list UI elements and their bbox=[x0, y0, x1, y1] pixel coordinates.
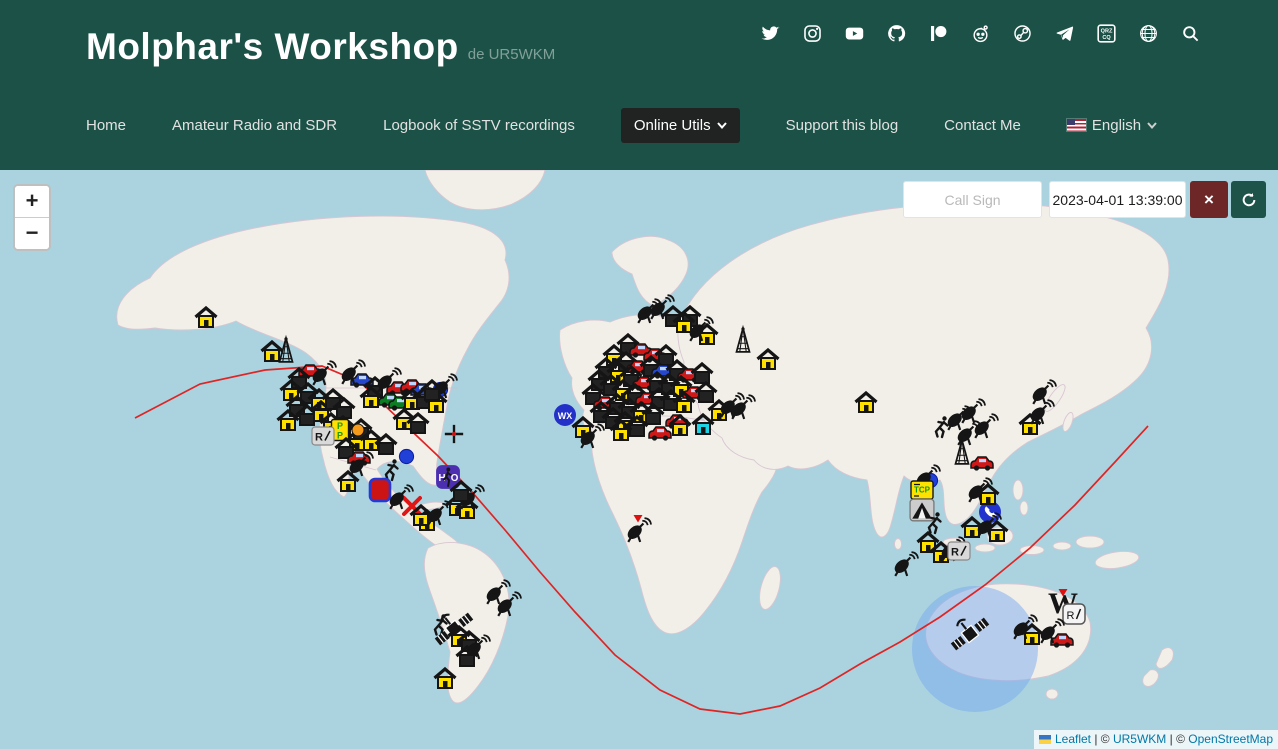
marker-satellite-dish[interactable] bbox=[339, 359, 365, 385]
marker-car-red[interactable] bbox=[970, 449, 994, 473]
marker-satellite-dish[interactable] bbox=[729, 394, 755, 420]
main-nav: Home Amateur Radio and SDR Logbook of SS… bbox=[86, 106, 1157, 144]
marker-radio-tower[interactable] bbox=[730, 327, 756, 353]
datetime-input[interactable] bbox=[1049, 181, 1186, 218]
ur5wkm-link[interactable]: UR5WKM bbox=[1113, 732, 1166, 746]
qrzcq-icon[interactable]: QRZCQ bbox=[1097, 24, 1116, 43]
nav-item-contact[interactable]: Contact Me bbox=[944, 117, 1021, 134]
world-basemap bbox=[0, 170, 1278, 749]
map-attribution: Leaflet | © UR5WKM | © OpenStreetMap bbox=[1034, 730, 1278, 749]
marker-station-house-black[interactable] bbox=[374, 433, 398, 457]
ukraine-flag-icon bbox=[1039, 735, 1051, 744]
reddit-icon[interactable] bbox=[971, 24, 990, 43]
marker-satellite-dish[interactable] bbox=[347, 451, 373, 477]
instagram-icon[interactable] bbox=[803, 24, 822, 43]
github-icon[interactable] bbox=[887, 24, 906, 43]
site-subtitle: de UR5WKM bbox=[468, 46, 556, 63]
zoom-control: + − bbox=[13, 184, 51, 251]
svg-text:P: P bbox=[337, 421, 343, 431]
aprs-map[interactable] bbox=[0, 170, 1278, 749]
marker-station-house-black[interactable] bbox=[455, 645, 479, 669]
marker-station-house-black[interactable] bbox=[406, 412, 430, 436]
openstreetmap-link[interactable]: OpenStreetMap bbox=[1188, 732, 1273, 746]
nav-item-online-utils[interactable]: Online Utils bbox=[621, 108, 740, 143]
marker-crosshair-station[interactable] bbox=[443, 423, 465, 445]
svg-text:R: R bbox=[951, 547, 959, 559]
patreon-icon[interactable] bbox=[929, 24, 948, 43]
marker-station-house-yellow[interactable] bbox=[609, 419, 633, 443]
callsign-input[interactable] bbox=[903, 181, 1042, 218]
site-title: Molphar's Workshop bbox=[86, 26, 459, 67]
chevron-down-icon bbox=[717, 122, 727, 129]
social-links: QRZCQ bbox=[761, 24, 1200, 43]
marker-station-house-black[interactable] bbox=[420, 379, 444, 403]
marker-satellite-dish[interactable] bbox=[495, 591, 521, 617]
chevron-down-icon bbox=[1147, 122, 1157, 129]
marker-satellite[interactable] bbox=[949, 613, 991, 655]
zoom-in-button[interactable]: + bbox=[15, 186, 49, 218]
nav-item-home[interactable]: Home bbox=[86, 117, 126, 134]
marker-station-house-yellow[interactable] bbox=[409, 504, 433, 528]
marker-station-house-yellow[interactable] bbox=[756, 348, 780, 372]
attribution-separator: | © bbox=[1166, 732, 1188, 746]
nav-item-support[interactable]: Support this blog bbox=[786, 117, 899, 134]
marker-gray-r-box[interactable]: R bbox=[947, 539, 971, 563]
marker-station-house-yellow[interactable] bbox=[194, 306, 218, 330]
leaflet-link[interactable]: Leaflet bbox=[1055, 732, 1091, 746]
youtube-icon[interactable] bbox=[845, 24, 864, 43]
nav-item-language[interactable]: English bbox=[1067, 117, 1157, 134]
search-icon[interactable] bbox=[1181, 24, 1200, 43]
marker-satellite-dish[interactable] bbox=[687, 316, 713, 342]
marker-satellite-dish[interactable] bbox=[966, 477, 992, 503]
marker-radio-tower[interactable] bbox=[273, 337, 299, 363]
steam-icon[interactable] bbox=[1013, 24, 1032, 43]
marker-satellite-dish[interactable] bbox=[892, 551, 918, 577]
clear-button[interactable]: × bbox=[1190, 181, 1228, 218]
svg-text:CQ: CQ bbox=[1102, 35, 1111, 41]
site-header: Molphar's Workshop de UR5WKM QRZCQ Home A… bbox=[0, 0, 1278, 170]
marker-satellite-dish[interactable] bbox=[1030, 379, 1056, 405]
svg-text:TCP: TCP bbox=[914, 486, 931, 495]
attribution-separator: | © bbox=[1091, 732, 1113, 746]
nav-item-amateur-radio[interactable]: Amateur Radio and SDR bbox=[172, 117, 337, 134]
marker-station-house-yellow[interactable] bbox=[668, 414, 692, 438]
marker-satellite-dish[interactable] bbox=[1011, 614, 1037, 640]
refresh-button[interactable] bbox=[1231, 181, 1266, 218]
marker-red-triangle[interactable] bbox=[632, 513, 644, 525]
marker-station-house-yellow[interactable] bbox=[359, 386, 383, 410]
marker-satellite-dish[interactable] bbox=[578, 423, 604, 449]
marker-station-house-yellow[interactable] bbox=[854, 391, 878, 415]
marker-blue-dot-station[interactable] bbox=[398, 448, 415, 465]
marker-station-house-black[interactable] bbox=[449, 480, 473, 504]
marker-satellite-dish[interactable] bbox=[975, 512, 1001, 538]
globe-icon[interactable] bbox=[1139, 24, 1158, 43]
marker-white-r-box[interactable]: R bbox=[1062, 602, 1086, 626]
marker-gray-r-box[interactable]: R bbox=[311, 424, 335, 448]
telegram-icon[interactable] bbox=[1055, 24, 1074, 43]
svg-text:R: R bbox=[315, 432, 323, 444]
svg-text:QRZ: QRZ bbox=[1101, 28, 1113, 34]
refresh-icon bbox=[1241, 192, 1257, 208]
nav-item-logbook[interactable]: Logbook of SSTV recordings bbox=[383, 117, 575, 134]
svg-text:R: R bbox=[1067, 610, 1075, 622]
us-flag-icon bbox=[1067, 119, 1086, 131]
marker-station-house-yellow[interactable] bbox=[433, 667, 457, 691]
marker-satellite-dish[interactable] bbox=[1038, 618, 1064, 644]
zoom-out-button[interactable]: − bbox=[15, 218, 49, 249]
twitter-icon[interactable] bbox=[761, 24, 780, 43]
